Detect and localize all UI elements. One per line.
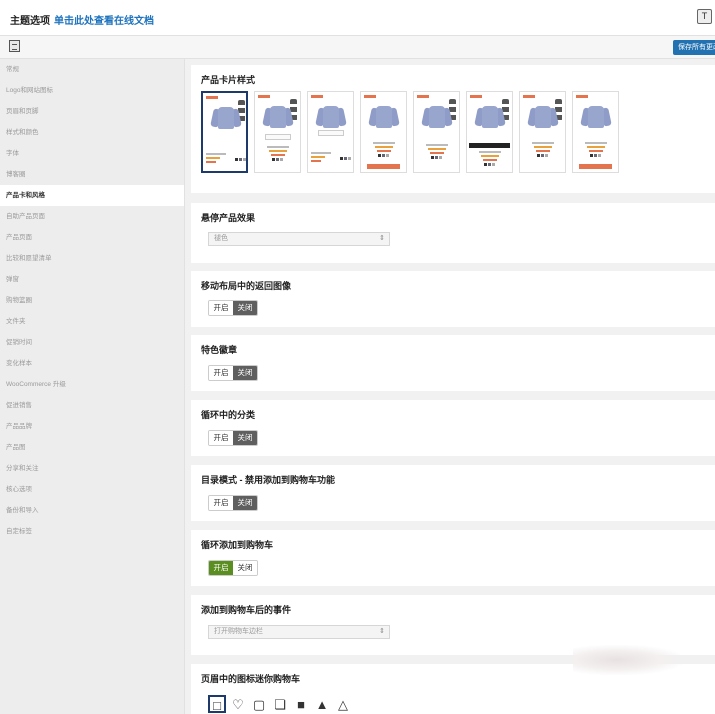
mobile-back-image-section: 移动布局中的返回图像 开启 关闭 [191, 271, 715, 327]
card-style-1[interactable] [201, 91, 248, 173]
online-docs-link[interactable]: 单击此处查看在线文档 [54, 12, 154, 27]
bag-outline-icon[interactable]: □ [208, 695, 226, 713]
sidebar-item-styles[interactable]: 样式和颜色 [0, 122, 184, 143]
options-main: 产品卡片样式 悬停产品效果 褪色 ⇕ 移动布局中的返回图像 开启 关闭 特色徽章… [185, 59, 715, 714]
sidebar-item-header-footer[interactable]: 页眉和页脚 [0, 101, 184, 122]
select-value: 褪色 [214, 235, 228, 242]
bag-light-icon[interactable]: ▢ [250, 695, 268, 713]
sidebar-item-cart[interactable]: 购物篮圈 [0, 290, 184, 311]
theme-icon[interactable]: T [697, 9, 712, 24]
basket-filled-icon[interactable]: ▲ [313, 695, 331, 713]
loop-category-section: 循环中的分类 开启 关闭 [191, 400, 715, 456]
hover-effect-section: 悬停产品效果 褪色 ⇕ [191, 203, 715, 263]
product-card-style-section: 产品卡片样式 [191, 65, 715, 193]
section-title: 悬停产品效果 [201, 213, 256, 223]
cart-outline-icon[interactable]: ❏ [271, 695, 289, 713]
toggle-off[interactable]: 关闭 [233, 561, 257, 575]
sidebar-item-general[interactable]: 常规 [0, 59, 184, 80]
section-title: 循环中的分类 [201, 410, 256, 420]
sidebar-item-popups[interactable]: 弹窗 [0, 269, 184, 290]
page-title: 主题选项 [10, 16, 50, 27]
options-sidebar: 常规 Logo和网站图标 页眉和页脚 样式和颜色 字体 博客圈 产品卡和风格 自… [0, 59, 185, 714]
card-style-7[interactable] [519, 91, 566, 173]
mobile-back-image-toggle[interactable]: 开启 关闭 [208, 300, 258, 316]
sidebar-item-product-images[interactable]: 产品图 [0, 437, 184, 458]
cart-icon-options: □ ♡ ▢ ❏ ■ ▲ △ [208, 695, 352, 713]
select-arrow-icon: ⇕ [379, 235, 385, 242]
toggle-off[interactable]: 关闭 [233, 366, 257, 380]
section-title: 循环添加到购物车 [201, 540, 274, 550]
card-style-2[interactable] [254, 91, 301, 173]
hover-effect-select[interactable]: 褪色 ⇕ [208, 232, 390, 246]
sidebar-item-sales[interactable]: 促进销售 [0, 395, 184, 416]
sidebar-item-product-archive[interactable]: 自助产品页面 [0, 206, 184, 227]
select-arrow-icon: ⇕ [379, 628, 385, 635]
card-style-6[interactable] [466, 91, 513, 173]
save-all-button[interactable]: 保存所有更改 [673, 40, 715, 55]
card-style-8[interactable] [572, 91, 619, 173]
options-toolbar: 保存所有更改 [0, 36, 715, 59]
cart-filled-icon[interactable]: ■ [292, 695, 310, 713]
toggle-on[interactable]: 开启 [209, 366, 233, 380]
section-title: 添加到购物车后的事件 [201, 605, 292, 615]
sidebar-item-compare-wishlist[interactable]: 比较和愿望清单 [0, 248, 184, 269]
expand-options-icon[interactable] [9, 40, 20, 52]
card-style-4[interactable] [360, 91, 407, 173]
bag-icon[interactable]: ♡ [229, 695, 247, 713]
sidebar-item-product-cards[interactable]: 产品卡和风格 [0, 185, 184, 206]
catalog-mode-section: 目录模式 - 禁用添加到购物车功能 开启 关闭 [191, 465, 715, 521]
sidebar-item-product-page[interactable]: 产品页面 [0, 227, 184, 248]
select-value: 打开购物车边栏 [214, 628, 263, 635]
top-bar: 主题选项 单击此处查看在线文档 T [0, 0, 715, 36]
after-add-to-cart-select[interactable]: 打开购物车边栏 ⇕ [208, 625, 390, 639]
toggle-on[interactable]: 开启 [209, 431, 233, 445]
sidebar-item-custom-tabs[interactable]: 自定标签 [0, 521, 184, 542]
loop-add-to-cart-toggle[interactable]: 开启 关闭 [208, 560, 258, 576]
section-title: 目录模式 - 禁用添加到购物车功能 [201, 475, 335, 485]
sidebar-item-swatches[interactable]: 变化样本 [0, 353, 184, 374]
loop-category-toggle[interactable]: 开启 关闭 [208, 430, 258, 446]
loop-add-to-cart-section: 循环添加到购物车 开启 关闭 [191, 530, 715, 586]
basket-outline-icon[interactable]: △ [334, 695, 352, 713]
toggle-on[interactable]: 开启 [209, 496, 233, 510]
toggle-off[interactable]: 关闭 [233, 301, 257, 315]
section-title: 特色徽章 [201, 345, 238, 355]
feature-badge-section: 特色徽章 开启 关闭 [191, 335, 715, 391]
sidebar-item-woocommerce[interactable]: WooCommerce 升级 [0, 374, 184, 395]
sidebar-item-files[interactable]: 文件夹 [0, 311, 184, 332]
sidebar-item-logo[interactable]: Logo和网站图标 [0, 80, 184, 101]
toggle-on[interactable]: 开启 [209, 561, 233, 575]
sidebar-item-typography[interactable]: 字体 [0, 143, 184, 164]
section-title: 移动布局中的返回图像 [201, 281, 292, 291]
sidebar-item-promo-time[interactable]: 促销时间 [0, 332, 184, 353]
sidebar-item-blog[interactable]: 博客圈 [0, 164, 184, 185]
section-title: 产品卡片样式 [201, 75, 256, 85]
feature-badge-toggle[interactable]: 开启 关闭 [208, 365, 258, 381]
sidebar-item-core[interactable]: 核心选项 [0, 479, 184, 500]
toggle-on[interactable]: 开启 [209, 301, 233, 315]
catalog-mode-toggle[interactable]: 开启 关闭 [208, 495, 258, 511]
section-title: 页眉中的图标迷你购物车 [201, 674, 301, 684]
card-style-5[interactable] [413, 91, 460, 173]
toggle-off[interactable]: 关闭 [233, 496, 257, 510]
toggle-off[interactable]: 关闭 [233, 431, 257, 445]
sidebar-item-backup[interactable]: 备份和导入 [0, 500, 184, 521]
card-style-3[interactable] [307, 91, 354, 173]
blurred-overlay [573, 645, 683, 675]
sidebar-item-share[interactable]: 分享和关注 [0, 458, 184, 479]
sidebar-item-brands[interactable]: 产品品牌 [0, 416, 184, 437]
